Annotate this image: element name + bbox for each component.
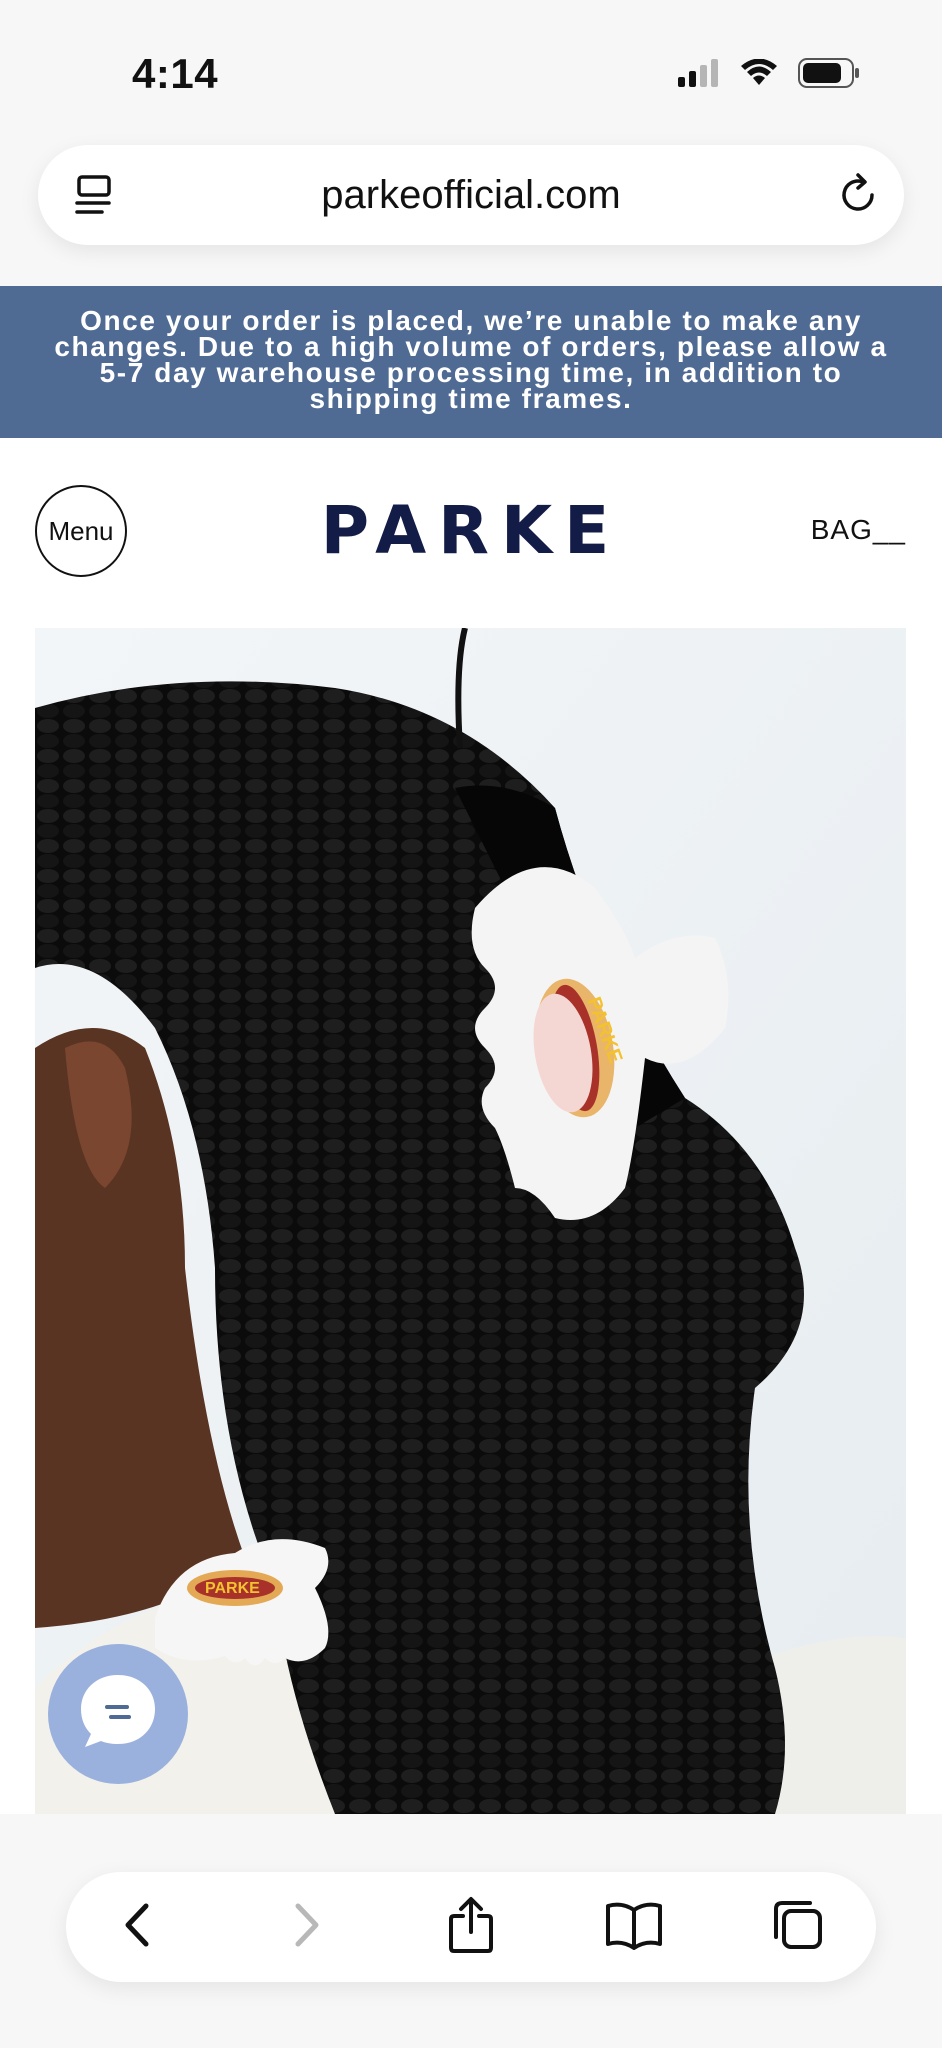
bookmarks-button[interactable] (604, 1897, 664, 1957)
cellular-signal-icon (678, 59, 720, 92)
forward-icon (286, 1900, 326, 1955)
wifi-icon (740, 58, 778, 92)
tabs-icon (770, 1897, 826, 1958)
back-icon (118, 1900, 158, 1955)
url-text[interactable]: parkeofficial.com (38, 173, 904, 218)
site-logo[interactable]: PARKE (0, 492, 942, 569)
bag-link[interactable]: BAG__ (811, 514, 906, 546)
status-icons (678, 58, 860, 93)
bookmarks-icon (604, 1900, 664, 1955)
tabs-button[interactable] (768, 1897, 828, 1957)
address-bar-area: parkeofficial.com (0, 120, 942, 286)
share-icon (446, 1896, 496, 1959)
browser-toolbar (66, 1872, 876, 1982)
share-button[interactable] (441, 1896, 501, 1959)
battery-icon (798, 58, 860, 93)
chat-bubble-icon (73, 1667, 163, 1762)
hero-image: PARKE PARKE (35, 628, 906, 1814)
announcement-banner: Once your order is placed, we’re unable … (0, 286, 942, 438)
back-button[interactable] (108, 1897, 168, 1957)
browser-page: 4:14 parkeofficial.com Once your order i… (0, 0, 942, 2048)
status-bar: 4:14 (0, 0, 942, 140)
address-bar[interactable]: parkeofficial.com (38, 145, 904, 245)
chat-button[interactable] (48, 1644, 188, 1784)
clip-print-text-small: PARKE (205, 1580, 260, 1597)
browser-toolbar-area (0, 1814, 942, 2048)
status-time: 4:14 (132, 50, 219, 97)
reload-icon[interactable] (834, 171, 882, 219)
forward-button[interactable] (276, 1897, 336, 1957)
